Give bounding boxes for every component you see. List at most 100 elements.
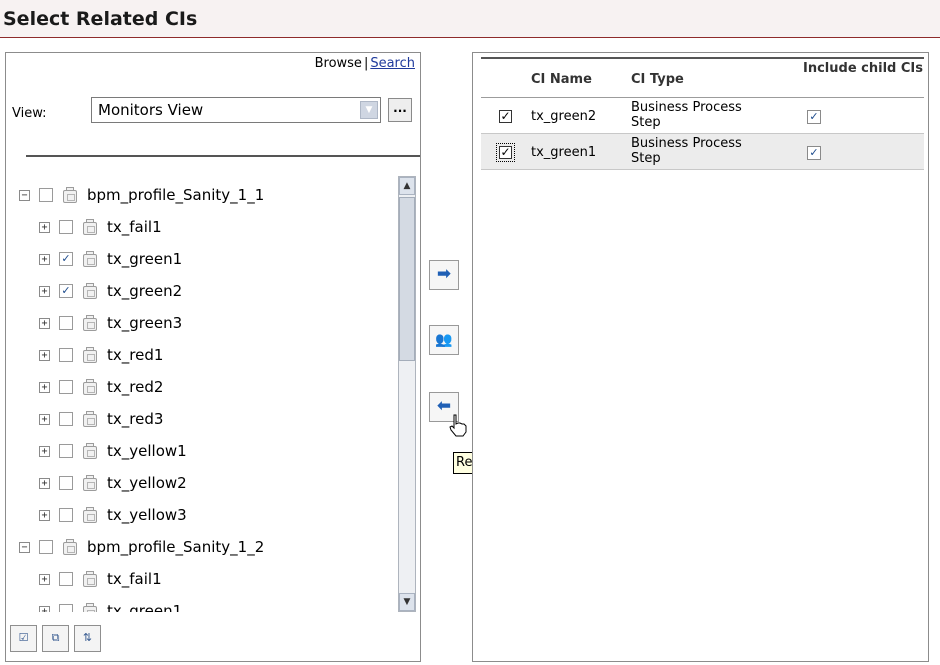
ci-type-line2: Step <box>631 151 661 166</box>
tree-scrollbar[interactable]: ▲ ▼ <box>398 176 416 612</box>
expand-icon[interactable]: + <box>39 509 50 521</box>
users-arrow-icon: 👥 <box>435 332 453 348</box>
ci-type-cell: Business Process Step <box>631 136 742 166</box>
tree-checkbox-checked[interactable]: ✓ <box>59 252 73 266</box>
ci-icon <box>82 570 99 588</box>
tree-node-label: bpm_profile_Sanity_1_2 <box>87 538 265 556</box>
view-more-button[interactable]: ... <box>388 98 412 122</box>
add-related-cis-button[interactable]: 👥 <box>429 325 459 355</box>
scroll-up-icon[interactable]: ▲ <box>399 177 415 195</box>
ci-browser-panel: Browse | Search View: Monitors View ▼ ... … <box>5 52 421 662</box>
expand-icon[interactable]: + <box>39 605 50 612</box>
expand-icon[interactable]: + <box>39 221 50 233</box>
column-ci-type[interactable]: CI Type <box>631 72 684 87</box>
add-cis-button[interactable]: ➡ <box>429 260 459 290</box>
tree-node[interactable]: + tx_fail1 <box>39 563 162 595</box>
include-child-checkbox[interactable]: ✓ <box>807 110 821 124</box>
expand-icon[interactable]: + <box>39 317 50 329</box>
ci-icon <box>82 506 99 524</box>
tree-checkbox[interactable] <box>59 348 73 362</box>
ci-icon <box>82 378 99 396</box>
tree-node[interactable]: + tx_red2 <box>39 371 163 403</box>
row-checkbox-checked[interactable]: ✓ <box>496 143 515 162</box>
tree-checkbox[interactable] <box>59 476 73 490</box>
tree-node[interactable]: + tx_red3 <box>39 403 163 435</box>
separator: | <box>363 56 369 71</box>
tree-node-label: tx_yellow1 <box>107 442 187 460</box>
expand-icon[interactable]: + <box>39 349 50 361</box>
refresh-tree-icon[interactable]: ⇅ <box>74 625 101 652</box>
tree-node-label: bpm_profile_Sanity_1_1 <box>87 186 265 204</box>
expand-icon[interactable]: + <box>39 445 50 457</box>
divider <box>26 155 420 157</box>
scrollbar-thumb[interactable] <box>399 197 415 361</box>
chevron-down-icon[interactable]: ▼ <box>360 101 378 119</box>
column-include-child[interactable]: Include child CIs <box>803 61 923 76</box>
tree-checkbox[interactable] <box>59 572 73 586</box>
ci-name-cell: tx_green2 <box>531 109 597 124</box>
ci-icon <box>62 538 79 556</box>
ci-icon <box>82 442 99 460</box>
ci-type-line1: Business Process <box>631 100 742 115</box>
tree-checkbox[interactable] <box>59 604 73 612</box>
tree-checkbox-checked[interactable]: ✓ <box>59 284 73 298</box>
ci-type-cell: Business Process Step <box>631 100 742 130</box>
tree-checkbox[interactable] <box>59 508 73 522</box>
view-select-value: Monitors View <box>98 101 204 119</box>
table-row-selected[interactable]: ✓ tx_green1 Business Process Step ✓ <box>481 134 924 170</box>
tree-node[interactable]: − bpm_profile_Sanity_1_2 <box>19 531 264 563</box>
tree-node[interactable]: + ✓ tx_green1 <box>39 243 182 275</box>
tree-node[interactable]: + tx_green1 <box>39 595 182 612</box>
tree-checkbox[interactable] <box>59 412 73 426</box>
collapse-icon[interactable]: − <box>19 189 30 201</box>
ci-icon <box>82 250 99 268</box>
search-link[interactable]: Search <box>370 56 415 71</box>
ci-type-line2: Step <box>631 115 661 130</box>
include-child-checkbox[interactable]: ✓ <box>807 146 821 160</box>
tree-checkbox[interactable] <box>59 220 73 234</box>
expand-icon[interactable]: + <box>39 253 50 265</box>
scroll-down-icon[interactable]: ▼ <box>399 593 415 611</box>
row-checkbox-checked[interactable]: ✓ <box>499 110 512 123</box>
collapse-icon[interactable]: − <box>19 541 30 553</box>
tree-node-label: tx_fail1 <box>107 570 162 588</box>
browse-label: Browse <box>314 56 362 71</box>
tree-checkbox[interactable] <box>39 188 53 202</box>
tree-node[interactable]: + tx_fail1 <box>39 211 162 243</box>
tree-node[interactable]: + tx_yellow2 <box>39 467 187 499</box>
tree-node-label: tx_green3 <box>107 314 183 332</box>
ci-icon <box>82 346 99 364</box>
arrow-right-icon: ➡ <box>436 264 452 284</box>
ci-type-line1: Business Process <box>631 136 742 151</box>
expand-icon[interactable]: + <box>39 285 50 297</box>
tree-node[interactable]: + tx_red1 <box>39 339 163 371</box>
tree-checkbox[interactable] <box>59 380 73 394</box>
tree-checkbox[interactable] <box>59 444 73 458</box>
ci-icon <box>82 602 99 612</box>
ci-icon <box>82 474 99 492</box>
tree-node-label: tx_red2 <box>107 378 164 396</box>
tree-node-label: tx_green1 <box>107 250 183 268</box>
tree-node-label: tx_red1 <box>107 346 164 364</box>
column-ci-name[interactable]: CI Name <box>531 72 592 87</box>
view-select[interactable]: Monitors View ▼ <box>91 97 381 123</box>
ci-icon <box>82 282 99 300</box>
expand-icon[interactable]: + <box>39 477 50 489</box>
tree-node[interactable]: + tx_green3 <box>39 307 182 339</box>
selected-cis-panel: CI Name CI Type Include child CIs ✓ tx_g… <box>472 52 929 662</box>
tree-node[interactable]: + ✓ tx_green2 <box>39 275 182 307</box>
tree-node[interactable]: + tx_yellow1 <box>39 435 187 467</box>
table-row[interactable]: ✓ tx_green2 Business Process Step ✓ <box>481 98 924 134</box>
tree-checkbox[interactable] <box>59 316 73 330</box>
expand-icon[interactable]: + <box>39 413 50 425</box>
tree-toolbar: ☑ ⧉ ⇅ <box>10 625 106 653</box>
tree-checkbox[interactable] <box>39 540 53 554</box>
expand-all-icon[interactable]: ⧉ <box>42 625 69 652</box>
tree-node[interactable]: − bpm_profile_Sanity_1_1 <box>19 179 264 211</box>
ci-icon <box>82 314 99 332</box>
expand-icon[interactable]: + <box>39 381 50 393</box>
select-all-icon[interactable]: ☑ <box>10 625 37 652</box>
tree-node[interactable]: + tx_yellow3 <box>39 499 187 531</box>
grid-header: CI Name CI Type Include child CIs <box>481 59 924 98</box>
expand-icon[interactable]: + <box>39 573 50 585</box>
